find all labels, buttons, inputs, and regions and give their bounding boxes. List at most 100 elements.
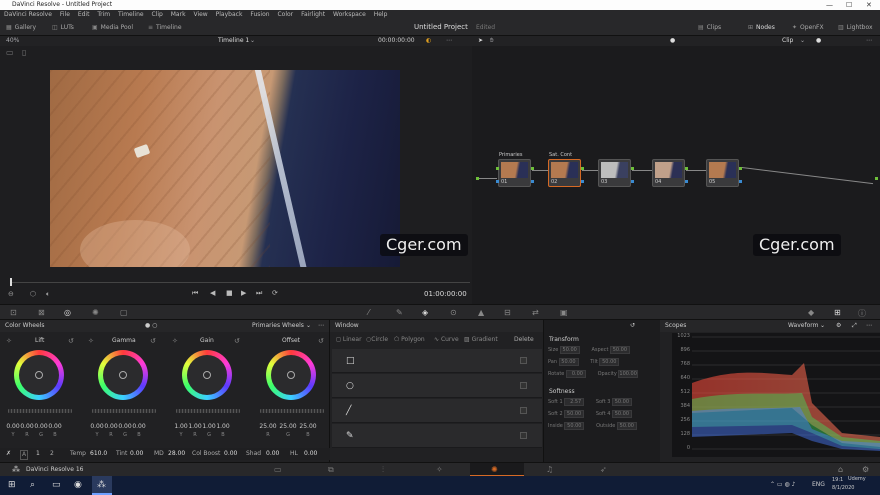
luts-button[interactable]: ◫ LUTs	[52, 23, 74, 33]
reset-icon[interactable]: ↺	[68, 337, 74, 345]
browser-icon[interactable]: ◉	[74, 480, 82, 490]
split-icon[interactable]: ▯	[22, 48, 26, 57]
node-input-port[interactable]	[496, 167, 499, 170]
chevron-down-icon[interactable]: ⌄	[800, 36, 805, 46]
gradient-button[interactable]: ▨ Gradient	[464, 334, 498, 346]
info-icon[interactable]: ⓘ	[858, 308, 866, 319]
temp-value[interactable]: 610.0	[90, 448, 107, 460]
output-port[interactable]	[875, 177, 878, 180]
menu-view[interactable]: View	[193, 11, 207, 18]
node-output-port[interactable]	[685, 167, 688, 170]
window-icon[interactable]: ◈	[422, 308, 428, 317]
notification-user[interactable]: Udemy	[848, 476, 866, 482]
window-row-rectangle[interactable]: □	[332, 349, 542, 373]
menu-fairlight[interactable]: Fairlight	[301, 11, 325, 18]
window-invert-checkbox[interactable]	[520, 432, 527, 439]
cut-page-icon[interactable]: ⧉	[328, 465, 334, 475]
keyboard-language[interactable]: ENG	[812, 481, 825, 488]
reset-icon[interactable]: ↺	[234, 337, 240, 345]
loop-mode-icon[interactable]: ⬡	[30, 290, 36, 298]
keyframes-icon[interactable]: ◆	[808, 308, 814, 317]
offset-master-slider[interactable]	[260, 409, 324, 413]
page-dots-icon[interactable]: ● ○	[145, 320, 157, 332]
motion-effects-icon[interactable]: ▢	[120, 308, 128, 317]
window-row-circle[interactable]: ○	[332, 374, 542, 398]
windows-start-icon[interactable]: ⊞	[8, 480, 16, 490]
delete-button[interactable]: Delete	[514, 334, 534, 346]
reset-icon[interactable]: ↺	[150, 337, 156, 345]
menu-color[interactable]: Color	[277, 11, 293, 18]
node-02[interactable]: 02	[548, 159, 581, 187]
key-icon[interactable]: ⊟	[504, 308, 511, 317]
qualifier-icon[interactable]: ✎	[396, 308, 403, 317]
node-output-port[interactable]	[739, 167, 742, 170]
node-key-input-port[interactable]	[496, 180, 499, 183]
lift-wheel[interactable]	[14, 350, 64, 400]
maximize-icon[interactable]: ☐	[846, 0, 852, 10]
window-row-curve[interactable]: ✎	[332, 424, 542, 448]
auto-balance-icon[interactable]: ✗	[6, 448, 11, 460]
page-1-button[interactable]: 1	[36, 448, 40, 460]
node-03[interactable]: 03	[598, 159, 631, 187]
picker-icon[interactable]: ✧	[172, 337, 178, 345]
nodes-button[interactable]: ⊞ Nodes	[748, 23, 775, 33]
offset-wheel[interactable]	[266, 350, 316, 400]
reset-icon[interactable]: ↺	[630, 320, 635, 332]
loop-icon[interactable]: ⟳	[272, 289, 278, 297]
lift-master-slider[interactable]	[8, 409, 72, 413]
jog-icon[interactable]: ⊖	[8, 290, 14, 298]
sizing-icon[interactable]: ⇄	[532, 308, 539, 317]
menu-workspace[interactable]: Workspace	[333, 11, 366, 18]
search-icon[interactable]: ⌕	[30, 480, 35, 490]
node-01[interactable]: 01	[498, 159, 531, 187]
options-icon[interactable]: ⋯	[866, 36, 872, 46]
node-output-port[interactable]	[631, 167, 634, 170]
node-05[interactable]: 05	[706, 159, 739, 187]
audio-icon[interactable]: 🔈︎	[46, 290, 50, 299]
gamma-master-slider[interactable]	[92, 409, 156, 413]
picker-icon[interactable]: ✧	[88, 337, 94, 345]
window-row-polygon[interactable]: ╱	[332, 399, 542, 423]
wheel-center-handle[interactable]	[287, 371, 295, 379]
picker-icon[interactable]: ✧	[6, 337, 12, 345]
menu-file[interactable]: File	[60, 11, 70, 18]
viewer-mode-icon[interactable]: ▭	[6, 48, 14, 57]
settings-icon[interactable]: ⚙︎	[862, 465, 869, 474]
fairlight-page-icon[interactable]: ♫	[546, 465, 553, 474]
col-boost-value[interactable]: 0.00	[224, 448, 237, 460]
menu-timeline[interactable]: Timeline	[118, 11, 144, 18]
video-frame[interactable]	[50, 70, 400, 267]
auto-icon[interactable]: A	[20, 450, 28, 460]
node-04[interactable]: 04	[652, 159, 685, 187]
timeline-selector[interactable]: Timeline 1	[218, 36, 249, 46]
minimize-icon[interactable]: —	[826, 0, 833, 10]
hdr-icon[interactable]: ✺	[92, 308, 99, 317]
shad-value[interactable]: 0.00	[266, 448, 279, 460]
menu-fusion[interactable]: Fusion	[250, 11, 269, 18]
play-reverse-icon[interactable]: ◀	[210, 289, 215, 297]
edit-page-icon[interactable]: ⫶	[382, 465, 384, 475]
menu-playback[interactable]: Playback	[216, 11, 243, 18]
options-icon[interactable]: ⋯	[318, 320, 324, 332]
tint-value[interactable]: 0.00	[130, 448, 143, 460]
curves-icon[interactable]: ⁄	[368, 308, 369, 317]
stop-icon[interactable]: ■	[226, 289, 233, 297]
options-icon[interactable]: ⋯	[866, 320, 872, 332]
options-icon[interactable]: ⋯	[446, 36, 452, 46]
chevron-down-icon[interactable]: ⌄	[250, 36, 255, 46]
task-view-icon[interactable]: ▭	[52, 480, 61, 490]
tracker-icon[interactable]: ⊙	[450, 308, 457, 317]
openfx-button[interactable]: ✦ OpenFX	[792, 23, 824, 33]
scrub-bar[interactable]	[0, 272, 472, 286]
page-2-button[interactable]: 2	[50, 448, 54, 460]
menu-edit[interactable]: Edit	[78, 11, 90, 18]
media-page-icon[interactable]: ▭	[274, 465, 282, 474]
clip-mode-selector[interactable]: Clip	[782, 36, 793, 46]
lightbox-button[interactable]: ▥ Lightbox	[838, 23, 873, 33]
clips-button[interactable]: ▤ Clips	[698, 23, 721, 33]
scopes-icon[interactable]: ⊞	[834, 308, 841, 317]
menu-clip[interactable]: Clip	[151, 11, 162, 18]
fusion-page-icon[interactable]: ✧	[436, 465, 443, 474]
node-output-port[interactable]	[531, 167, 534, 170]
resolve-taskbar-button[interactable]: ⁂	[92, 476, 112, 495]
